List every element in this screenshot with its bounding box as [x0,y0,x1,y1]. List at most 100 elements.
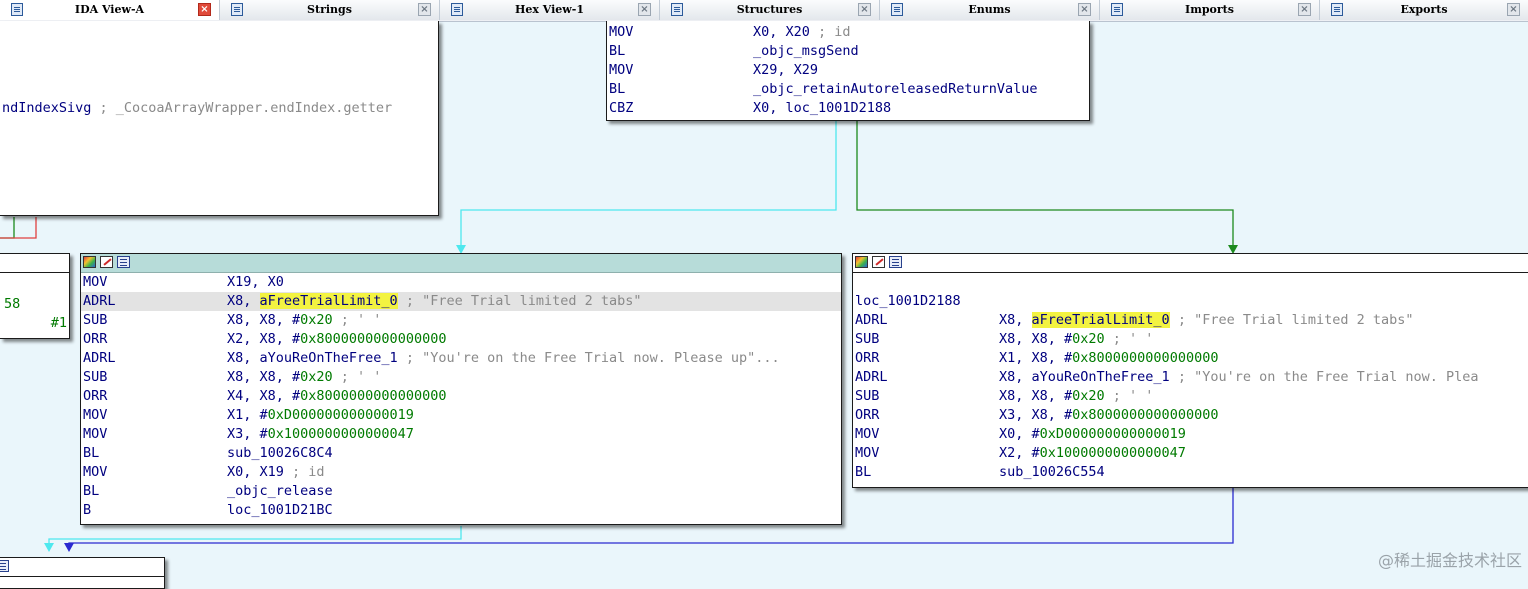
comment: ; ' ' [332,369,382,385]
graph-node-right[interactable]: loc_1001D2188 ADRL X8, aFreeTrialLimit_0 … [852,253,1528,488]
operand: sub_10026C8C4 [227,445,333,461]
edge-false-branch [460,121,837,247]
close-icon[interactable]: × [198,3,211,16]
asm-line: SUB X8, X8, #0x20 ; ' ' [81,368,841,387]
tab-imports[interactable]: Imports × [1100,0,1320,20]
asm-line: BL _objc_release [81,482,841,501]
asm-label-line: loc_1001D2188 [853,292,1528,311]
asm-line: ORR X2, X8, #0x8000000000000000 [81,330,841,349]
tab-hex-view-1[interactable]: Hex View-1 × [440,0,660,20]
graph-node-mid-left[interactable]: 58 #1 [0,253,70,339]
asm-line: MOV X2, #0x1000000000000047 [853,444,1528,463]
asm-line: BL sub_10026C8C4 [81,444,841,463]
operand: _objc_msgSend [753,43,859,59]
comment: ; "You're on the Free Trial now. Plea [1169,369,1479,385]
fragment-text: #1 [50,315,67,331]
immediate: 0x8000000000000000 [1072,350,1219,366]
tab-ida-view-a[interactable]: IDA View-A × [0,0,220,20]
highlighted-symbol[interactable]: aFreeTrialLimit_0 [1031,312,1170,328]
watermark: @稀土掘金技术社区 [1377,551,1522,570]
group-nodes-icon[interactable] [117,256,130,268]
immediate: 0x8000000000000000 [300,331,447,347]
mnemonic: MOV [83,274,108,290]
operand: X8, [227,293,260,309]
mnemonic: MOV [609,24,634,40]
operand: X2, X8, # [227,331,301,347]
comment: ; ' ' [332,312,382,328]
graph-node-bottom-left[interactable] [0,557,165,589]
immediate: 0x20 [300,312,333,328]
edit-title-icon[interactable] [872,256,885,268]
immediate: 0xD000000000000019 [267,407,414,423]
immediate: 0x1000000000000047 [1039,445,1186,461]
graph-node-top-left[interactable]: ndIndexSivg ; _CocoaArrayWrapper.endInde… [0,21,439,216]
tab-exports[interactable]: Exports × [1320,0,1528,20]
operand: X1, X8, # [999,350,1073,366]
color-palette-icon[interactable] [83,256,96,268]
operand: X3, X8, # [999,407,1073,423]
tab-label: Hex View-1 [515,3,584,16]
asm-line: SUB X8, X8, #0x20 ; ' ' [853,330,1528,349]
asm-line: ORR X4, X8, #0x8000000000000000 [81,387,841,406]
edge-loop [0,217,15,239]
mnemonic: BL [609,81,626,97]
color-palette-icon[interactable] [855,256,868,268]
tab-bar: IDA View-A × Strings × Hex View-1 × Stru… [0,0,1528,22]
comment: ; "Free Trial limited 2 tabs" [397,293,642,309]
comment: ; _CocoaArrayWrapper.endIndex.getter [91,100,393,116]
tab-label: Enums [968,3,1011,16]
mnemonic: ADRL [83,293,116,309]
graph-view[interactable]: ndIndexSivg ; _CocoaArrayWrapper.endInde… [0,21,1528,589]
tab-label: Strings [307,3,352,16]
asm-line: BL _objc_msgSend [607,42,1089,61]
asm-line: ORR X3, X8, #0x8000000000000000 [853,406,1528,425]
comment: ; id [283,464,325,480]
edge-true-branch [856,121,1234,247]
operand: X0, X19 [227,464,284,480]
edge-main-exit [48,526,462,545]
operand: X29, X29 [753,62,819,78]
asm-line: MOV X0, X19 ; id [81,463,841,482]
immediate: 0x8000000000000000 [1072,407,1219,423]
mnemonic: SUB [83,369,108,385]
operand: X8, X8, # [999,388,1073,404]
highlighted-symbol[interactable]: aFreeTrialLimit_0 [259,293,398,309]
operand: X8, X8, # [227,369,301,385]
close-icon[interactable]: × [1298,3,1311,16]
mnemonic: BL [83,445,100,461]
mnemonic: ADRL [855,369,888,385]
close-icon[interactable]: × [638,3,651,16]
close-icon[interactable]: × [418,3,431,16]
location-label[interactable]: loc_1001D2188 [855,293,961,309]
mnemonic: BL [855,464,872,480]
operand: X8, X8, # [227,312,301,328]
mnemonic: ADRL [83,350,116,366]
mnemonic: MOV [855,445,880,461]
mnemonic: SUB [83,312,108,328]
immediate: 0x20 [300,369,333,385]
graph-node-top-center[interactable]: MOV X0, X20 ; id BL _objc_msgSend MOV X29, … [606,21,1090,121]
asm-line: MOV X29, X29 [607,61,1089,80]
operand: X0, X20 [753,24,810,40]
group-nodes-icon[interactable] [889,256,902,268]
immediate: 0x20 [1072,331,1105,347]
close-icon[interactable]: × [1507,3,1520,16]
immediate: 0x20 [1072,388,1105,404]
edit-title-icon[interactable] [100,256,113,268]
close-icon[interactable]: × [858,3,871,16]
tab-enums[interactable]: Enums × [880,0,1100,20]
comment: ; ' ' [1104,331,1154,347]
group-nodes-icon[interactable] [0,560,9,572]
operand: X0, # [999,426,1040,442]
immediate: 0xD000000000000019 [1039,426,1186,442]
comment: ; "You're on the Free Trial now. Please … [397,350,780,366]
mnemonic: MOV [855,426,880,442]
operand: X2, # [999,445,1040,461]
tab-strings[interactable]: Strings × [220,0,440,20]
graph-node-main[interactable]: MOV X19, X0 ADRL X8, aFreeTrialLimit_0 ; "… [80,253,842,525]
tab-structures[interactable]: Structures × [660,0,880,20]
edge-loop [0,217,37,239]
close-icon[interactable]: × [1078,3,1091,16]
operand: X3, # [227,426,268,442]
edge-arrowhead [44,543,54,552]
